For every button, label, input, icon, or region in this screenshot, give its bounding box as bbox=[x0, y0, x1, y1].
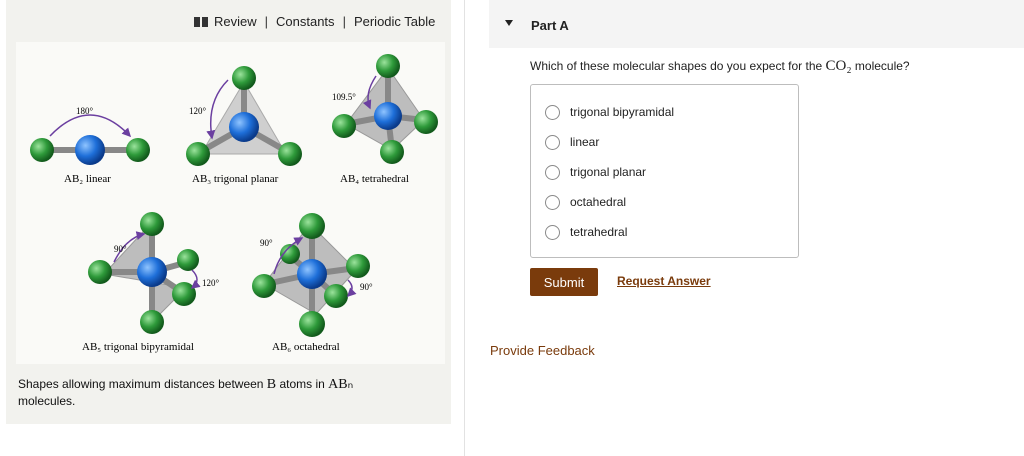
constants-link[interactable]: Constants bbox=[276, 14, 335, 29]
ab3-trigonal-planar-model: 120° AB₃ trigonal planar bbox=[186, 66, 302, 185]
option-label: octahedral bbox=[570, 195, 627, 209]
provide-feedback-link[interactable]: Provide Feedback bbox=[490, 343, 595, 358]
radio-button[interactable] bbox=[545, 104, 560, 120]
panel-divider bbox=[464, 0, 465, 456]
radio-button[interactable] bbox=[545, 164, 560, 180]
option-label: tetrahedral bbox=[570, 225, 628, 239]
radio-button[interactable] bbox=[545, 224, 560, 240]
angle-label-linear: 180° bbox=[76, 106, 94, 116]
molecular-shapes-diagram: 180° AB₂ linear 120° AB₃ trigonal planar bbox=[30, 54, 438, 353]
book-icon bbox=[194, 16, 208, 27]
part-title: Part A bbox=[531, 18, 569, 33]
angle-label-tetrahedral: 109.5° bbox=[332, 92, 356, 102]
option-label: linear bbox=[570, 135, 600, 149]
radio-button[interactable] bbox=[545, 194, 560, 210]
radio-button[interactable] bbox=[545, 134, 560, 150]
part-a-header[interactable]: Part A bbox=[489, 0, 1024, 48]
ab6-octahedral-model: 90° 90° AB₆ octahedral bbox=[252, 213, 373, 353]
option-trigonal-bipyramidal[interactable]: trigonal bipyramidal bbox=[531, 97, 798, 127]
option-trigonal-planar[interactable]: trigonal planar bbox=[531, 157, 798, 187]
angle-label-tbp-axial: 90° bbox=[114, 244, 127, 254]
answer-options: trigonal bipyramidal linear trigonal pla… bbox=[530, 84, 799, 258]
option-octahedral[interactable]: octahedral bbox=[531, 187, 798, 217]
ab5-trigonal-bipyramidal-model: 90° 120° AB₅ trigonal bipyramidal bbox=[82, 212, 220, 353]
review-link[interactable]: Review bbox=[214, 14, 257, 29]
option-tetrahedral[interactable]: tetrahedral bbox=[531, 217, 798, 247]
label-ab5-trigonal-bipyramidal: AB₅ trigonal bipyramidal bbox=[82, 341, 194, 353]
option-label: trigonal bipyramidal bbox=[570, 105, 675, 119]
formula-co2: CO₂ bbox=[825, 58, 852, 74]
figure-caption: Shapes allowing maximum distances betwee… bbox=[18, 377, 354, 408]
toolbar-separator: | bbox=[264, 14, 269, 29]
periodic-table-link[interactable]: Periodic Table bbox=[354, 14, 435, 29]
question-text: Which of these molecular shapes do you e… bbox=[530, 58, 910, 74]
submit-button[interactable]: Submit bbox=[530, 268, 598, 296]
request-answer-link[interactable]: Request Answer bbox=[617, 274, 711, 288]
angle-label-tbp-equatorial: 120° bbox=[202, 278, 220, 288]
resource-toolbar: Review | Constants | Periodic Table bbox=[194, 14, 435, 29]
angle-label-octahedral-a: 90° bbox=[260, 238, 273, 248]
collapse-caret-icon[interactable] bbox=[505, 20, 513, 26]
ab4-tetrahedral-model: 109.5° AB₄ tetrahedral bbox=[332, 54, 438, 185]
option-label: trigonal planar bbox=[570, 165, 647, 179]
ab2-linear-model: 180° AB₂ linear bbox=[30, 106, 150, 185]
label-ab4-tetrahedral: AB₄ tetrahedral bbox=[340, 173, 409, 185]
label-ab6-octahedral: AB₆ octahedral bbox=[272, 341, 340, 353]
toolbar-separator: | bbox=[342, 14, 346, 29]
left-panel: Review | Constants | Periodic Table 180°… bbox=[6, 0, 451, 424]
label-ab3-trigonal-planar: AB₃ trigonal planar bbox=[192, 173, 279, 185]
angle-label-trigonal-planar: 120° bbox=[189, 106, 207, 116]
molecular-shapes-figure: 180° AB₂ linear 120° AB₃ trigonal planar bbox=[16, 42, 445, 364]
label-ab2-linear: AB₂ linear bbox=[64, 173, 111, 185]
angle-label-octahedral-b: 90° bbox=[360, 282, 373, 292]
option-linear[interactable]: linear bbox=[531, 127, 798, 157]
